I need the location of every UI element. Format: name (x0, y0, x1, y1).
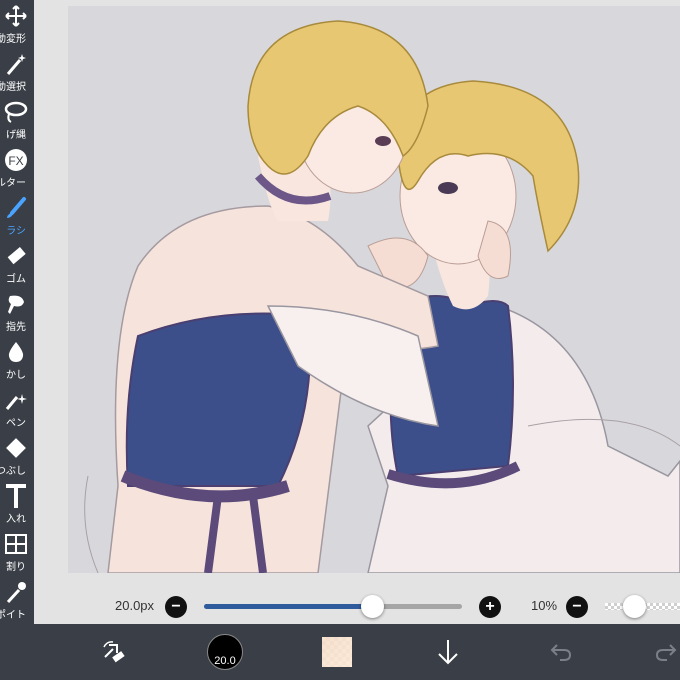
lasso-icon (2, 98, 30, 126)
brush-size-preview-button[interactable]: 20.0 (203, 624, 247, 680)
magic-wand-icon (2, 50, 30, 78)
brush-slider-bar: 20.0px − + 10% − (34, 588, 680, 624)
tool-label: 割り (6, 562, 26, 573)
artwork-illustration (68, 6, 680, 573)
tool-blur[interactable]: かし (0, 336, 34, 384)
eyedropper-icon (2, 578, 30, 606)
tool-eraser[interactable]: ゴム (0, 240, 34, 288)
brush-size-increase-button[interactable]: + (479, 596, 501, 618)
redo-button[interactable] (652, 624, 680, 680)
move-arrows-icon (2, 2, 30, 30)
tool-label: 指先 (6, 322, 26, 333)
layer-down-arrow-icon (438, 640, 458, 665)
brush-size-slider[interactable] (204, 595, 462, 618)
fill-bucket-icon (2, 434, 30, 462)
swap-tools-button[interactable] (94, 624, 134, 680)
fx-filter-icon: FX (2, 146, 30, 174)
tool-label: ポイト (0, 610, 26, 621)
color-swatch (322, 637, 352, 667)
canvas-workspace[interactable] (34, 0, 680, 588)
brush-icon (2, 194, 30, 222)
brush-size-circle: 20.0 (207, 634, 243, 670)
tool-label: 入れ (6, 514, 26, 525)
tool-filter[interactable]: FX ルター (0, 144, 34, 192)
bottom-toolbar: 20.0 (0, 624, 680, 680)
finger-smudge-icon (2, 290, 30, 318)
tool-transform[interactable]: 動変形 (0, 0, 34, 48)
tool-magic-pen[interactable]: ペン (0, 384, 34, 432)
brush-size-slider-fill (204, 604, 372, 609)
opacity-decrease-button[interactable]: − (566, 596, 588, 618)
swap-tools-icon (103, 641, 125, 663)
tool-frame-divider[interactable]: 割り (0, 528, 34, 576)
tool-label: 動変形 (0, 34, 26, 45)
eraser-icon (2, 242, 30, 270)
tool-eyedropper[interactable]: ポイト (0, 576, 34, 624)
svg-text:FX: FX (8, 154, 23, 168)
brush-size-circle-label: 20.0 (214, 655, 236, 667)
blur-drop-icon (2, 338, 30, 366)
drawing-canvas[interactable] (68, 6, 680, 573)
undo-icon (550, 644, 572, 661)
tool-magic-wand[interactable]: 動選択 (0, 48, 34, 96)
redo-icon (655, 644, 677, 661)
frame-divider-icon (2, 530, 30, 558)
tool-label: ルター (0, 178, 26, 189)
opacity-value: 10% (531, 598, 558, 613)
tool-label: つぶし (0, 466, 26, 477)
tool-lasso[interactable]: げ縄 (0, 96, 34, 144)
tool-brush[interactable]: ラシ (0, 192, 34, 240)
tool-label: げ縄 (6, 130, 26, 141)
tool-label: かし (6, 370, 26, 381)
layer-down-button[interactable] (430, 624, 466, 680)
tool-label: ラシ (6, 226, 26, 237)
tool-label: 動選択 (0, 82, 26, 93)
brush-size-slider-thumb[interactable] (360, 595, 384, 618)
undo-button[interactable] (543, 624, 579, 680)
text-t-icon (2, 482, 30, 510)
tool-label: ゴム (6, 274, 26, 285)
tool-text[interactable]: 入れ (0, 480, 34, 528)
brush-size-value: 20.0px (115, 598, 155, 613)
sparkle-pen-icon (2, 386, 30, 414)
tool-smudge[interactable]: 指先 (0, 288, 34, 336)
tool-label: ペン (6, 418, 26, 429)
tool-fill[interactable]: つぶし (0, 432, 34, 480)
tool-palette: 動変形動選択げ縄FXルターラシゴム指先かしペンつぶし入れ割りポイトンバス (0, 0, 34, 680)
opacity-slider-thumb[interactable] (622, 595, 646, 618)
opacity-slider[interactable] (605, 595, 680, 618)
brush-size-decrease-button[interactable]: − (165, 596, 187, 618)
color-picker-button[interactable] (317, 624, 357, 680)
